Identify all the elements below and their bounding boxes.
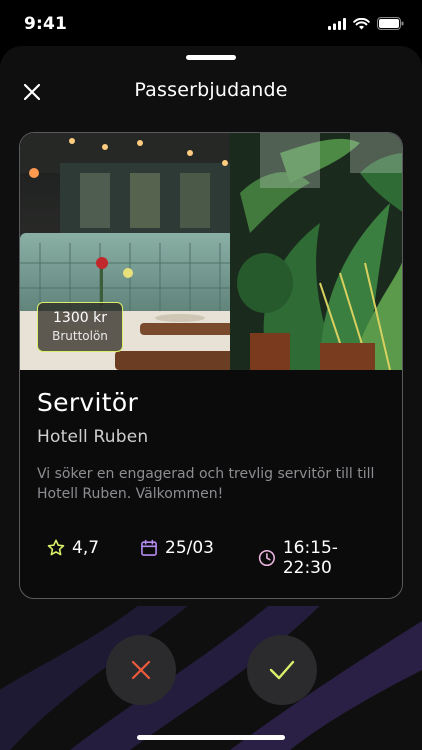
accept-button[interactable]: [247, 635, 317, 705]
sheet-grabber[interactable]: [186, 55, 236, 60]
status-bar: 9:41: [0, 0, 422, 46]
time-value: 16:15-22:30: [282, 538, 338, 578]
check-icon: [269, 660, 295, 680]
salary-amount: 1300 kr: [53, 310, 107, 326]
salary-badge: 1300 kr Bruttolön: [37, 302, 123, 352]
clock-icon: [258, 549, 275, 567]
calendar-icon: [141, 539, 157, 556]
cellular-signal-icon: [328, 17, 346, 30]
employer-name: Hotell Ruben: [37, 427, 149, 447]
status-icons: [328, 17, 404, 30]
job-description: Vi söker en engagerad och trevlig servit…: [37, 466, 375, 502]
page-title: Passerbjudande: [134, 79, 288, 101]
rating-value: 4,7: [72, 538, 100, 558]
job-meta: 4,7 25/03 16:15-22:30: [46, 538, 386, 578]
battery-icon: [377, 17, 404, 30]
status-time: 9:41: [24, 14, 68, 34]
date-value: 25/03: [165, 538, 214, 558]
wifi-icon: [353, 17, 370, 29]
close-icon: [131, 660, 151, 680]
shift-date: 25/03: [139, 538, 214, 558]
job-title: Servitör: [37, 388, 139, 417]
job-card[interactable]: 1300 kr Bruttolön Servitör Hotell Ruben …: [19, 132, 403, 599]
salary-label: Bruttolön: [52, 329, 108, 343]
shift-time: 16:15-22:30: [257, 538, 386, 578]
background-waves: [0, 606, 422, 750]
rating: 4,7: [46, 538, 99, 558]
home-indicator: [137, 735, 285, 740]
offer-sheet: Passerbjudande 1300 kr Bruttolön Servitö…: [0, 46, 422, 750]
star-icon: [47, 539, 65, 556]
decline-button[interactable]: [106, 635, 176, 705]
